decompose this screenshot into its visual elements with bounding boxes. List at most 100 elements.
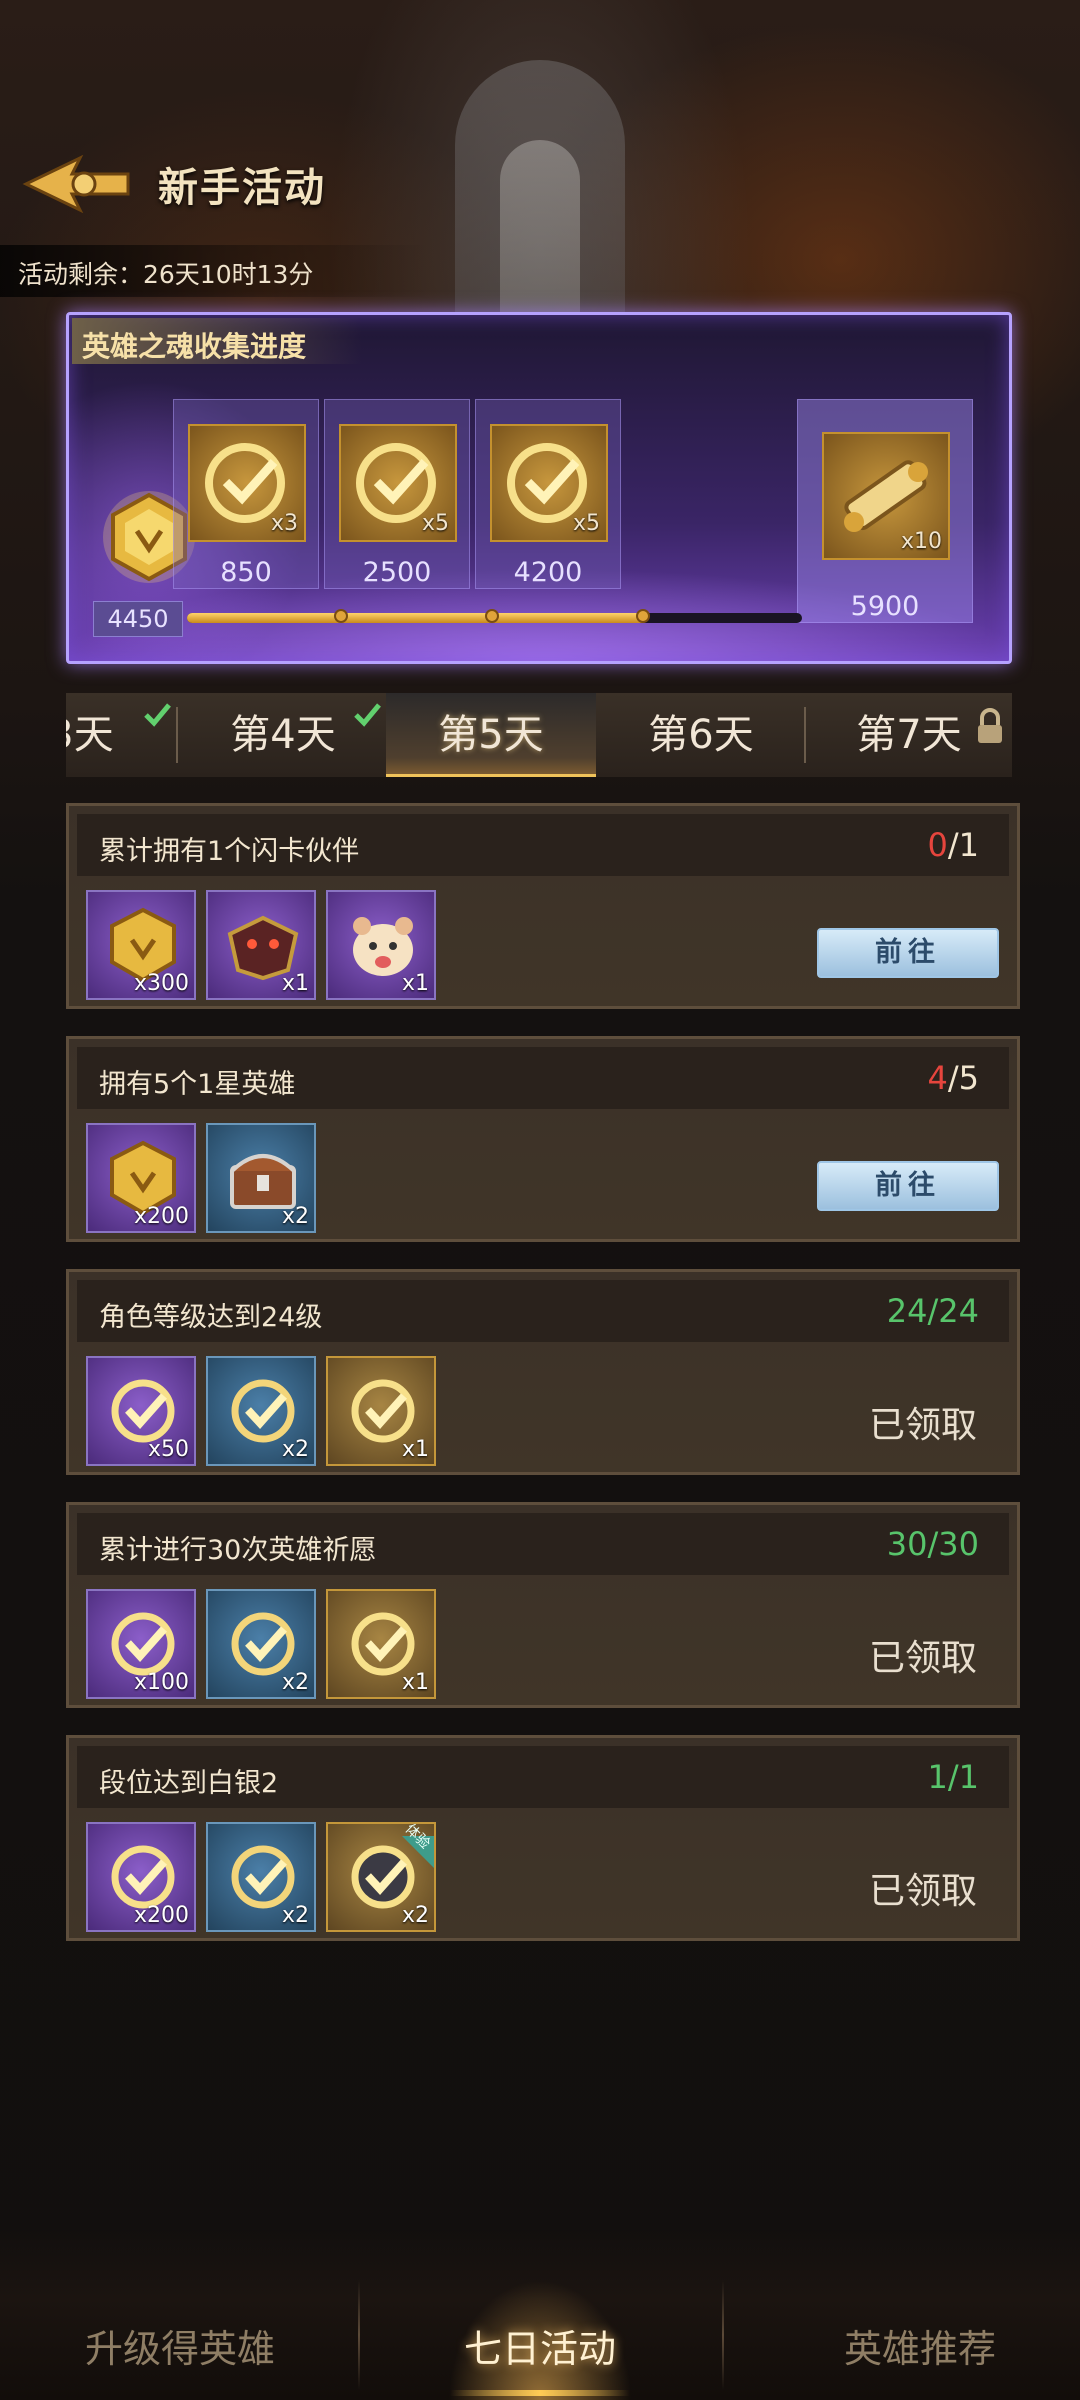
claimed-label: 已领取 <box>868 1871 977 1912</box>
milestone-points: 2500 <box>362 557 432 588</box>
lock-icon <box>978 708 1002 743</box>
back-button[interactable] <box>22 152 132 216</box>
active-tab-glow <box>410 2230 670 2400</box>
current-points: 4450 <box>93 601 183 637</box>
checkmark-icon <box>354 703 381 727</box>
reward-qty: x200 <box>133 1903 189 1928</box>
progress-separator: / <box>947 826 959 864</box>
milestone-reward-2[interactable]: x5 2500 <box>324 399 470 589</box>
reward-qty: x200 <box>133 1204 189 1229</box>
activity-timer: 活动剩余：26天10时13分 <box>0 245 430 297</box>
gold-checkmark-icon: x5 <box>339 424 457 542</box>
go-button[interactable]: 前往 <box>817 1161 999 1211</box>
reward-qty: x300 <box>133 971 189 996</box>
reward-item[interactable]: x2 <box>206 1589 316 1699</box>
nav-upgrade-hero[interactable]: 升级得英雄 <box>30 2318 330 2373</box>
task-title: 累计拥有1个闪卡伙伴 <box>99 836 360 867</box>
gold-checkmark-icon: x3 <box>188 424 306 542</box>
gold-checkmark-icon: x5 <box>490 424 608 542</box>
reward-qty: x2 <box>281 1437 309 1462</box>
task-progress: 4/5 <box>928 1059 980 1097</box>
timer-text: 活动剩余：26天10时13分 <box>18 260 314 289</box>
progress-current: 4 <box>927 1059 948 1097</box>
milestone-marker <box>334 609 348 623</box>
progress-current: 0 <box>927 826 948 864</box>
soul-progress-bar <box>187 609 802 623</box>
bottom-nav: 升级得英雄 七日活动 英雄推荐 <box>0 2230 1080 2400</box>
reward-qty: x50 <box>147 1437 189 1462</box>
task-card: 累计进行30次英雄祈愿 30/30 x100 x2 x1 已领取 <box>66 1502 1020 1708</box>
task-card: 累计拥有1个闪卡伙伴 0/1 x300 x1 x1 前往 <box>66 803 1020 1009</box>
active-tab-underline <box>450 2390 630 2396</box>
tab-label: 第4天 <box>230 712 336 758</box>
go-button[interactable]: 前往 <box>817 928 999 978</box>
page-title: 新手活动 <box>158 165 326 211</box>
progress-separator: / <box>947 1059 959 1097</box>
reward-item[interactable]: x1 <box>326 1356 436 1466</box>
reward-item[interactable]: x200 <box>86 1822 196 1932</box>
tab-label: 第5天 <box>438 712 544 758</box>
task-title: 累计进行30次英雄祈愿 <box>99 1535 377 1566</box>
progress-total: 5 <box>958 1059 979 1097</box>
task-header: 拥有5个1星英雄 4/5 <box>77 1047 1009 1109</box>
panel-title: 英雄之魂收集进度 <box>82 330 307 363</box>
reward-item[interactable]: x1 <box>326 890 436 1000</box>
task-title: 段位达到白银2 <box>99 1768 279 1799</box>
day-tabs: 3天 第4天 第5天 第6天 第7天 <box>66 693 1012 777</box>
task-title: 角色等级达到24级 <box>99 1302 323 1333</box>
task-header: 角色等级达到24级 24/24 <box>77 1280 1009 1342</box>
task-progress: 24/24 <box>886 1292 979 1330</box>
milestone-marker <box>485 609 499 623</box>
task-progress: 0/1 <box>928 826 980 864</box>
tab-label: 第6天 <box>648 712 754 758</box>
reward-item[interactable]: x50 <box>86 1356 196 1466</box>
soul-progress-panel: 英雄之魂收集进度 4450 x3 850 x5 2500 x5 4200 x10… <box>66 312 1012 664</box>
reward-item[interactable]: x100 <box>86 1589 196 1699</box>
nav-hero-recommend[interactable]: 英雄推荐 <box>770 2318 1070 2373</box>
task-card: 拥有5个1星英雄 4/5 x200 x2 前往 <box>66 1036 1020 1242</box>
reward-qty: x2 <box>401 1903 429 1928</box>
reward-item[interactable]: x300 <box>86 890 196 1000</box>
scroll-icon: x10 <box>822 432 950 560</box>
task-progress: 1/1 <box>927 1758 980 1796</box>
task-card: 段位达到白银2 1/1 x200 x2 体验 x2 已领取 <box>66 1735 1020 1941</box>
reward-qty: x2 <box>281 1903 309 1928</box>
milestone-points: 5900 <box>850 591 920 622</box>
claimed-label: 已领取 <box>868 1405 977 1446</box>
claimed-label: 已领取 <box>868 1638 977 1679</box>
nav-separator <box>722 2280 724 2390</box>
task-progress: 30/30 <box>886 1525 979 1563</box>
soul-progress-fill <box>187 613 649 623</box>
reward-qty: x100 <box>133 1670 189 1695</box>
reward-qty: x2 <box>281 1670 309 1695</box>
reward-item[interactable]: x2 <box>206 1822 316 1932</box>
back-arrow-icon <box>22 154 130 214</box>
nav-separator <box>358 2280 360 2390</box>
reward-item[interactable]: x200 <box>86 1123 196 1233</box>
task-header: 累计进行30次英雄祈愿 30/30 <box>77 1513 1009 1575</box>
milestone-reward-3[interactable]: x5 4200 <box>475 399 621 589</box>
tab-label: 3天 <box>66 712 114 758</box>
reward-item[interactable]: x2 <box>206 1123 316 1233</box>
nav-seven-day-event[interactable]: 七日活动 <box>390 2318 690 2373</box>
reward-item[interactable]: x2 <box>206 1356 316 1466</box>
task-title: 拥有5个1星英雄 <box>99 1069 296 1100</box>
task-card: 角色等级达到24级 24/24 x50 x2 x1 已领取 <box>66 1269 1020 1475</box>
reward-qty: x1 <box>401 1670 429 1695</box>
reward-item[interactable]: x1 <box>206 890 316 1000</box>
reward-qty: x1 <box>401 971 429 996</box>
milestone-reward-final[interactable]: x10 5900 <box>797 399 973 623</box>
task-header: 累计拥有1个闪卡伙伴 0/1 <box>77 814 1009 876</box>
reward-item[interactable]: 体验 x2 <box>326 1821 436 1932</box>
checkmark-icon <box>144 703 171 727</box>
milestone-qty: x5 <box>572 511 600 536</box>
milestone-points: 4200 <box>513 557 583 588</box>
tab-label: 第7天 <box>856 712 962 758</box>
milestone-reward-1[interactable]: x3 850 <box>173 399 319 589</box>
milestone-qty: x10 <box>900 529 942 554</box>
milestone-marker <box>636 609 650 623</box>
milestone-qty: x3 <box>270 511 298 536</box>
tab-day-6[interactable]: 第6天 <box>596 693 806 777</box>
tab-day-5[interactable]: 第5天 <box>386 693 596 777</box>
reward-item[interactable]: x1 <box>326 1589 436 1699</box>
